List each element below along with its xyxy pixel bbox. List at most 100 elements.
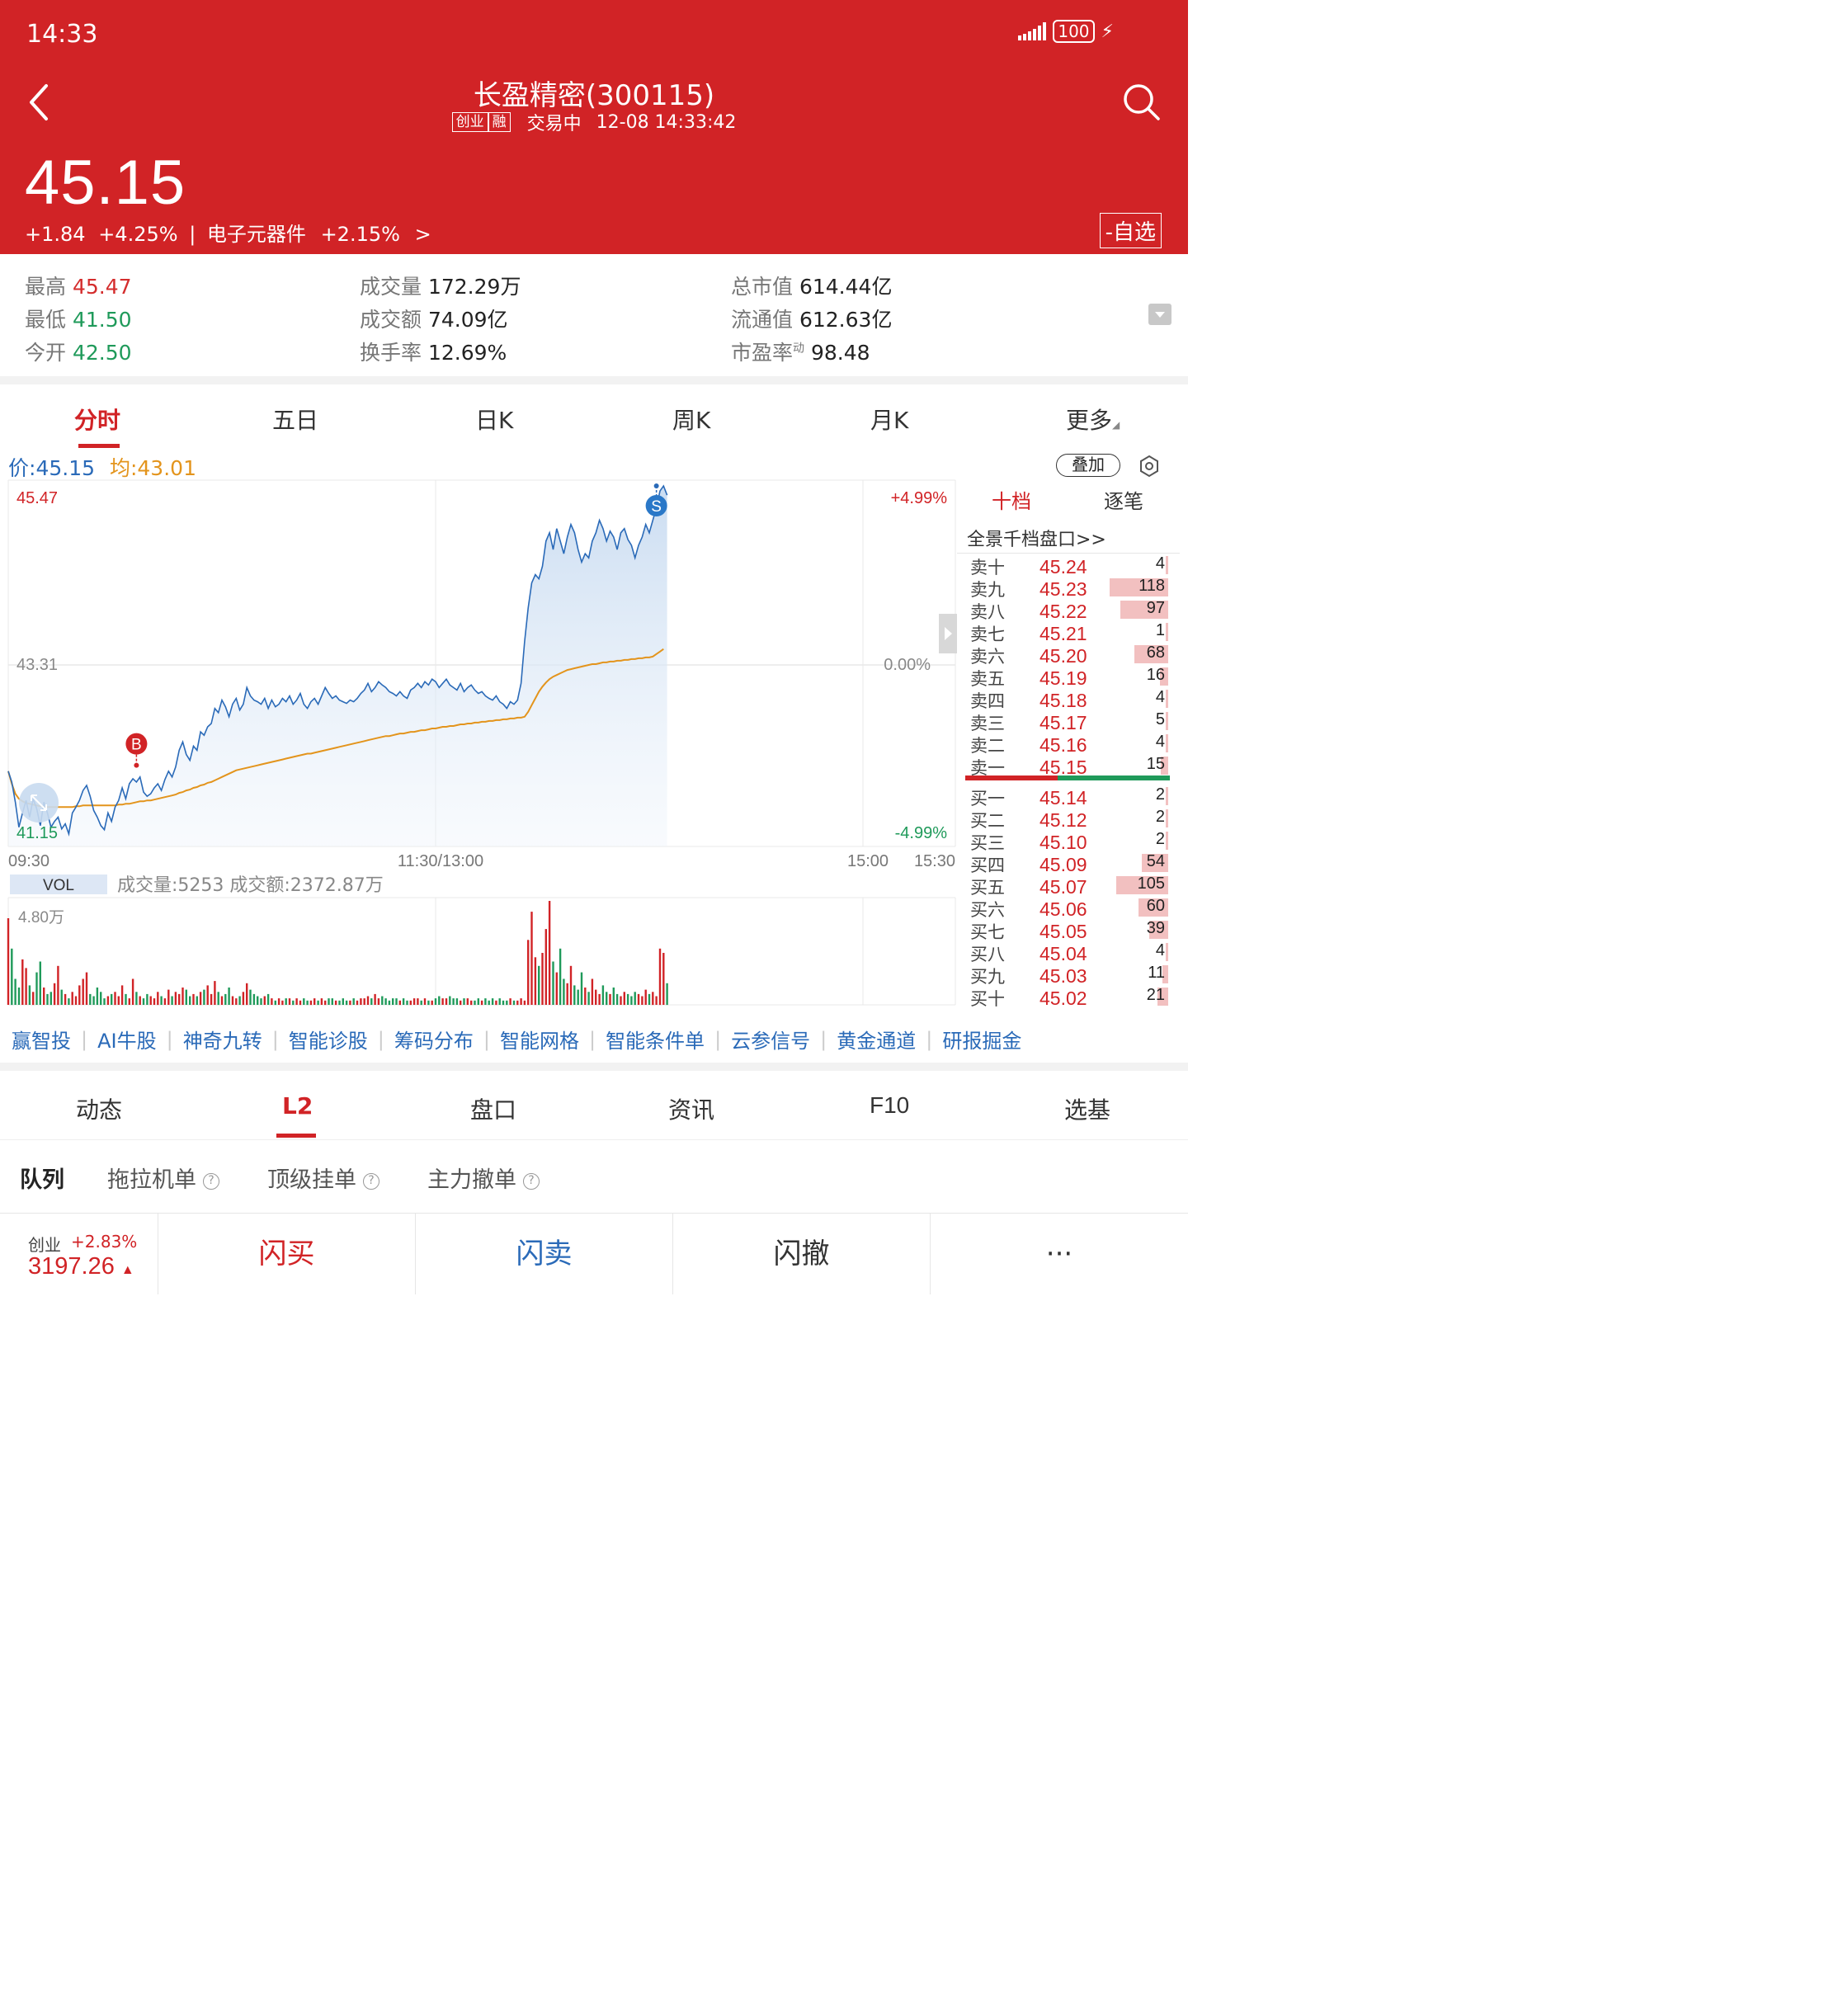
quote-stats: 最高 45.47 最低 41.50 今开 42.50 成交量 172.29万 成… [0, 254, 1188, 376]
volume-bar [477, 998, 479, 1005]
more-button[interactable]: ··· [931, 1214, 1188, 1294]
tab-main-cancel[interactable]: 主力撤单? [427, 1162, 540, 1194]
bid-row[interactable]: 买九 45.03 11 [957, 964, 1168, 987]
ask-row[interactable]: 卖七 45.21 1 [957, 621, 1168, 644]
tab-tick-by-tick[interactable]: 逐笔 [1104, 485, 1143, 514]
tool-link[interactable]: AI牛股 [97, 1025, 157, 1054]
help-icon[interactable]: ? [523, 1172, 540, 1190]
ask-row[interactable]: 卖十 45.24 4 [957, 554, 1168, 578]
price-area [8, 486, 667, 846]
help-icon[interactable]: ? [363, 1172, 380, 1190]
bid-row[interactable]: 买八 45.04 4 [957, 941, 1168, 964]
search-icon[interactable] [1120, 81, 1163, 124]
tab-top-orders[interactable]: 顶级挂单? [267, 1162, 380, 1194]
index-value: 3197.26 ▲ [28, 1253, 134, 1280]
volume-bar [480, 1000, 483, 1006]
dropdown-corner-icon: ◢ [1112, 419, 1120, 431]
bid-row[interactable]: 买六 45.06 60 [957, 897, 1168, 920]
tab-queue[interactable]: 队列 [20, 1162, 64, 1194]
volume-bar [449, 996, 451, 1005]
qty-bar [1166, 556, 1168, 574]
flash-sell-button[interactable]: 闪卖 [416, 1214, 673, 1294]
tool-link[interactable]: 智能条件单 [606, 1025, 705, 1054]
remove-watchlist-button[interactable]: -自选 [1099, 213, 1162, 248]
tab-market-depth[interactable]: 盘口 [470, 1092, 516, 1125]
tab-daily-k[interactable]: 日K [475, 403, 513, 436]
full-depth-link[interactable]: 全景千档盘口>> [967, 525, 1106, 551]
volume-bar [363, 998, 365, 1005]
level-qty: 15 [1146, 755, 1165, 773]
volume-bar [388, 1000, 391, 1006]
volume-bar [314, 998, 316, 1005]
tab-ten-levels[interactable]: 十档 [992, 485, 1031, 514]
overlay-button[interactable]: 叠加 [1056, 454, 1120, 477]
tool-link[interactable]: 神奇九转 [183, 1025, 262, 1054]
tab-tractor-orders[interactable]: 拖拉机单? [107, 1162, 219, 1194]
settings-icon[interactable] [1137, 454, 1162, 478]
tool-link[interactable]: 研报掘金 [942, 1025, 1021, 1054]
volume-bar [60, 989, 63, 1005]
help-icon[interactable]: ? [203, 1172, 219, 1190]
volume-bar [50, 992, 52, 1006]
flash-cancel-button[interactable]: 闪撤 [673, 1214, 931, 1294]
tab-news[interactable]: 资讯 [668, 1092, 714, 1125]
ask-row[interactable]: 卖九 45.23 118 [957, 577, 1168, 600]
volume-bar [142, 998, 145, 1005]
tool-link[interactable]: 智能网格 [500, 1025, 579, 1054]
volume-bar [334, 1000, 337, 1006]
bid-row[interactable]: 买三 45.10 2 [957, 830, 1168, 853]
volume-bar [455, 998, 459, 1005]
x-label-after-hours: 15:30 [914, 852, 955, 870]
index-ticker[interactable]: 创业 +2.83% 3197.26 ▲ [0, 1214, 158, 1294]
ask-row[interactable]: 卖六 45.20 68 [957, 644, 1168, 667]
intraday-chart[interactable]: B S 45.47 43.31 41.15 +4.99% 0.00% -4.99%… [0, 478, 957, 1006]
bid-row[interactable]: 买十 45.02 21 [957, 986, 1168, 1009]
expand-stats-icon[interactable] [1148, 304, 1172, 325]
volume-bar [85, 972, 88, 1005]
ask-row[interactable]: 卖五 45.19 16 [957, 666, 1168, 689]
level-price: 45.18 [1040, 690, 1087, 711]
tool-link[interactable]: 智能诊股 [289, 1025, 368, 1054]
tab-f10[interactable]: F10 [870, 1092, 909, 1119]
tool-link[interactable]: 筹码分布 [394, 1025, 474, 1054]
tool-link[interactable]: 黄金通道 [837, 1025, 916, 1054]
stat-market-cap: 总市值 614.44亿 [731, 275, 893, 299]
bid-row[interactable]: 买二 45.12 2 [957, 808, 1168, 831]
tab-funds[interactable]: 选基 [1064, 1092, 1110, 1125]
level-name: 卖八 [970, 602, 1005, 622]
tab-intraday[interactable]: 分时 [74, 403, 120, 436]
volume-bar [441, 998, 444, 1005]
bottom-action-bar: 创业 +2.83% 3197.26 ▲ 闪买 闪卖 闪撤 ··· [0, 1213, 1188, 1294]
tab-weekly-k[interactable]: 周K [672, 403, 710, 436]
volume-bar [146, 993, 148, 1005]
tab-more[interactable]: 更多◢ [1066, 403, 1120, 436]
tab-news-feed[interactable]: 动态 [76, 1092, 122, 1125]
tab-five-day[interactable]: 五日 [272, 403, 318, 436]
buy-marker[interactable]: B [125, 733, 148, 768]
volume-bar [498, 998, 501, 1005]
ask-row[interactable]: 卖一 45.15 15 [957, 755, 1168, 778]
tab-monthly-k[interactable]: 月K [870, 403, 908, 436]
volume-bar [178, 993, 181, 1005]
volume-bar [317, 1000, 319, 1006]
qty-bar [1166, 787, 1168, 805]
volume-bar [370, 998, 373, 1005]
bid-row[interactable]: 买四 45.09 54 [957, 852, 1168, 875]
bid-row[interactable]: 买七 45.05 39 [957, 919, 1168, 942]
bid-row[interactable]: 买一 45.14 2 [957, 785, 1168, 808]
level-price: 45.22 [1040, 601, 1087, 622]
volume-bar [509, 998, 512, 1005]
volume-bar [92, 996, 95, 1005]
flash-buy-button[interactable]: 闪买 [158, 1214, 416, 1294]
bid-row[interactable]: 买五 45.07 105 [957, 874, 1168, 898]
ask-row[interactable]: 卖八 45.22 97 [957, 599, 1168, 622]
tool-link[interactable]: 云参信号 [731, 1025, 810, 1054]
tool-link[interactable]: 赢智投 [12, 1025, 71, 1054]
ask-row[interactable]: 卖三 45.17 5 [957, 710, 1168, 733]
price-change-row[interactable]: +1.84 +4.25% | 电子元器件 +2.15% > [25, 218, 431, 247]
volume-bar [516, 1000, 519, 1006]
ask-row[interactable]: 卖二 45.16 4 [957, 733, 1168, 756]
ask-row[interactable]: 卖四 45.18 4 [957, 688, 1168, 711]
tab-l2[interactable]: L2 [282, 1092, 313, 1120]
collapse-orderbook-button[interactable] [939, 614, 957, 653]
